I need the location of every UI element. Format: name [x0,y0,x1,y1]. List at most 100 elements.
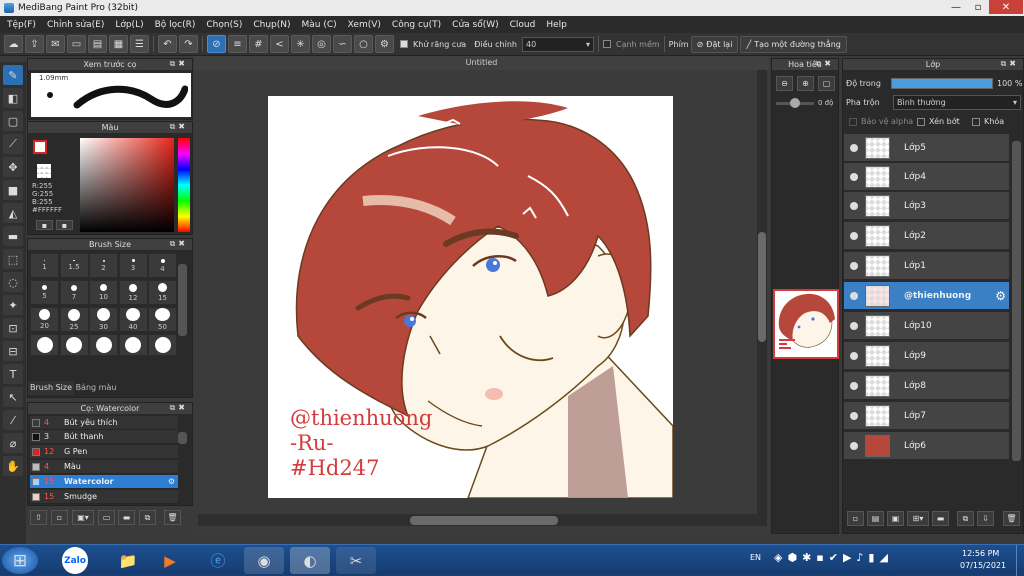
magic-wand-icon[interactable]: ✦ [3,295,23,315]
new-halftone-layer-icon[interactable]: ▤ [867,511,884,526]
operation-tool-icon[interactable]: ↖ [3,387,23,407]
layer-folder-icon[interactable]: ▬ [932,511,949,526]
brush-size-cell[interactable]: 7 [59,280,89,305]
horizontal-scroll-thumb[interactable] [410,516,558,525]
internet-explorer-icon[interactable]: ⓔ [198,547,238,574]
brush-menu-icon[interactable]: ▣▾ [72,510,94,525]
dropper-tool-icon[interactable]: ⌀ [3,433,23,453]
parallel-snap-icon[interactable]: ≡ [228,35,247,53]
menu-help[interactable]: Help [546,20,567,30]
folder-icon[interactable]: ▬ [118,510,135,525]
gradient-tool-icon[interactable]: ▬ [3,226,23,246]
menu-cloud[interactable]: Cloud [510,20,536,30]
list-icon[interactable]: ☰ [130,35,149,53]
select-tool-icon[interactable]: ⬚ [3,249,23,269]
brush-size-cell[interactable]: 10 [89,280,118,305]
color-sv-picker[interactable] [80,138,174,232]
add-brush-icon[interactable]: ⇧ [30,510,47,525]
brush-size-cell[interactable]: 20 [30,307,59,332]
menu-edit[interactable]: Chỉnh sửa(E) [47,20,104,30]
brush-item[interactable]: 3 Bút thanh [30,430,178,444]
page-icon[interactable]: ▭ [67,35,86,53]
circle-snap-icon[interactable]: ○ [354,35,373,53]
grid-icon[interactable]: ▦ [109,35,128,53]
brush-item[interactable]: 12 G Pen [30,445,178,459]
eye-icon[interactable] [850,143,858,152]
brush-size-scrollbar[interactable] [178,264,187,336]
color-hue-slider[interactable] [178,138,190,232]
menu-tools[interactable]: Công cụ(T) [392,20,441,30]
zoom-in-icon[interactable]: ⊕ [797,76,814,91]
comment-icon[interactable]: ✉ [46,35,65,53]
layer-scrollbar[interactable] [1012,141,1021,461]
eye-icon[interactable] [850,441,858,450]
curve-snap-icon[interactable]: ∽ [333,35,352,53]
menu-file[interactable]: Tệp(F) [7,20,36,30]
chrome-icon[interactable]: ◉ [244,547,284,574]
text-tool-icon[interactable]: T [3,364,23,384]
eye-icon[interactable] [850,321,858,330]
brush-size-cell[interactable]: 3 [118,253,148,278]
eye-icon[interactable] [850,351,858,360]
layer-row[interactable]: Lớp10 [844,312,1009,340]
tab-brush-size[interactable]: Brush Size [28,381,74,395]
brush-size-cell[interactable] [89,334,118,356]
layer-add-menu-icon[interactable]: ⊞▾ [907,511,929,526]
brush-size-cell[interactable] [118,334,148,356]
layer-row[interactable]: Lớp2 [844,222,1009,250]
duplicate-icon[interactable]: ⧉ [139,510,156,525]
redo-icon[interactable]: ↷ [179,35,198,53]
duplicate-layer-icon[interactable]: ⧉ [957,511,974,526]
new-brush-icon[interactable]: ▫ [51,510,68,525]
media-player-icon[interactable]: ▶ [150,547,190,574]
swap-color-icon[interactable]: ▪ [56,220,73,230]
lasso-tool-icon[interactable]: ◌ [3,272,23,292]
layer-row[interactable]: Lớp4 [844,163,1009,191]
layer-row-selected[interactable]: @thienhuong ⚙ [844,282,1009,310]
antialias-checkbox[interactable] [400,40,408,48]
medibang-icon[interactable]: ◐ [290,547,330,574]
brush-size-cell[interactable]: 1.5 [59,253,89,278]
select-eraser-icon[interactable]: ⊟ [3,341,23,361]
radial-snap-icon[interactable]: ✳ [291,35,310,53]
navigator-thumbnail[interactable] [773,289,839,359]
gear-icon[interactable]: ⚙ [168,477,175,486]
perspective-snap-icon[interactable]: < [270,35,289,53]
layer-row[interactable]: Lớp5 [844,134,1009,162]
menu-layer[interactable]: Lớp(L) [115,20,143,30]
brush-item[interactable]: 4 Bút yêu thích [30,416,178,430]
start-button[interactable]: ⊞ [2,547,38,574]
concentric-snap-icon[interactable]: ◎ [312,35,331,53]
grid-snap-icon[interactable]: # [249,35,268,53]
settings-gear-icon[interactable]: ⚙ [375,35,394,53]
fill-rect-icon[interactable]: ■ [3,180,23,200]
brush-size-cell[interactable]: 30 [89,307,118,332]
new-layer-icon[interactable]: ▫ [847,511,864,526]
menu-color[interactable]: Màu (C) [302,20,337,30]
clip-checkbox[interactable] [917,118,925,126]
zalo-app[interactable]: Zalo [62,547,88,574]
rotation-slider-knob[interactable] [790,98,800,108]
lock-checkbox[interactable] [972,118,980,126]
fit-icon[interactable]: ▢ [818,76,835,91]
eyedrop-small-icon[interactable]: ▪ [36,220,53,230]
dot-tool-icon[interactable]: ⟋ [3,134,23,154]
layer-row[interactable]: Lớp9 [844,342,1009,370]
brush-item[interactable]: 4 Màu [30,460,178,474]
brush-size-cell[interactable]: 2 [89,253,118,278]
brush-size-cell[interactable]: 50 [148,307,177,332]
primary-color-swatch[interactable] [33,140,47,154]
eye-icon[interactable] [850,261,858,270]
panel-controls-icon[interactable]: ⧉✖ [170,122,188,132]
snap-off-icon[interactable]: ⊘ [207,35,226,53]
protect-alpha-checkbox[interactable] [849,118,857,126]
brush-size-cell[interactable] [30,334,59,356]
delete-layer-icon[interactable]: 🗑 [1003,511,1020,526]
menu-select[interactable]: Chọn(S) [206,20,242,30]
copy-brush-icon[interactable]: ▭ [98,510,115,525]
layer-row[interactable]: Lớp1 [844,252,1009,280]
eye-icon[interactable] [850,411,858,420]
cloud-icon[interactable]: ☁ [4,35,23,53]
brush-size-cell[interactable]: 5 [30,280,59,305]
panel-controls-icon[interactable]: ⧉✖ [170,239,188,249]
